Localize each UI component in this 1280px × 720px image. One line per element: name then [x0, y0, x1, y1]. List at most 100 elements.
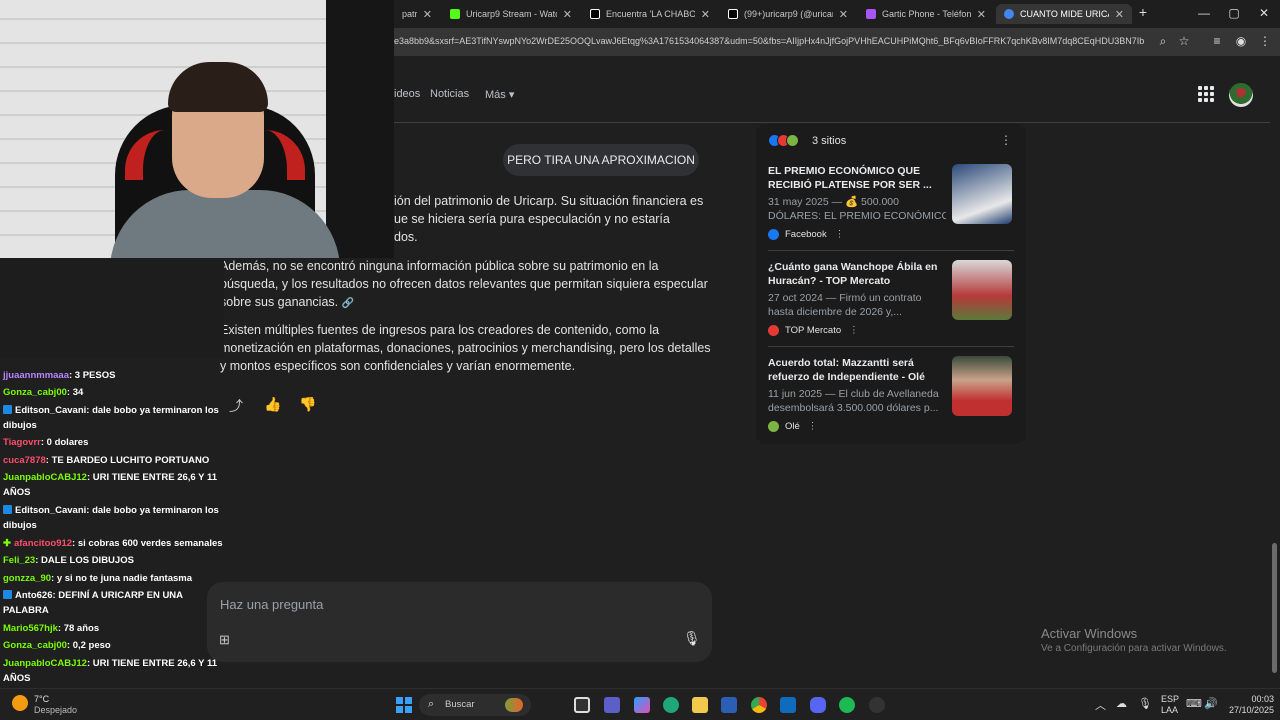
dark-background [326, 0, 394, 258]
start-logo-tile [405, 706, 412, 713]
source-title-line: Acuerdo total: Mazzantti será [768, 357, 914, 369]
close-tab-icon[interactable]: ✕ [563, 8, 572, 21]
sources-count: 3 sitios [812, 135, 847, 147]
close-tab-icon[interactable]: ✕ [423, 8, 432, 21]
weather-icon[interactable] [12, 695, 28, 711]
start-button[interactable] [396, 697, 412, 713]
clock-time[interactable]: 00:03 [1234, 694, 1274, 704]
teams-icon[interactable] [604, 697, 620, 713]
media-controls-icon[interactable]: ≡ [1208, 34, 1226, 48]
new-tab-button[interactable]: + [1128, 4, 1158, 20]
source-card-2[interactable]: ¿Cuánto gana Wanchope Ábila en Huracán? -… [768, 260, 1014, 336]
source-menu-icon[interactable]: ⋮ [835, 229, 845, 240]
user-question-bubble: PERO TIRA UNA APROXIMACION [503, 144, 699, 176]
nav-more[interactable]: Más ▾ [485, 88, 514, 101]
chrome-icon[interactable] [751, 697, 767, 713]
store-icon[interactable] [721, 697, 737, 713]
copilot-icon[interactable] [634, 697, 650, 713]
scrollbar[interactable] [1270, 56, 1280, 688]
weather-desc[interactable]: Despejado [34, 705, 77, 715]
volume-icon[interactable]: 🔊 [1204, 697, 1218, 710]
ask-input[interactable]: Haz una pregunta [220, 597, 323, 612]
file-explorer-icon[interactable] [692, 697, 708, 713]
discord-icon[interactable] [810, 697, 826, 713]
profile-icon[interactable]: ◉ [1232, 34, 1250, 48]
task-view-icon[interactable] [574, 697, 590, 713]
share-icon[interactable]: ⤴ [229, 396, 243, 416]
thumbs-up-icon[interactable]: 👍 [264, 396, 281, 413]
source-card-1[interactable]: EL PREMIO ECONÓMICO QUE RECIBIÓ PLATENSE … [768, 164, 1014, 240]
tab-title: CUANTO MIDE URICARP [1020, 9, 1109, 19]
answer-line: y montos específicos son confidenciales … [220, 359, 576, 373]
url-field[interactable]: e3a8bb9&sxsrf=AE3TifNYswpNYo2WrDE25OOQLv… [394, 36, 1144, 46]
source-thumbnail [952, 164, 1012, 224]
close-tab-icon[interactable]: ✕ [701, 8, 710, 21]
google-apps-icon[interactable] [1198, 86, 1214, 102]
chat-message: Editson_Cavani: dale bobo ya terminaron … [3, 403, 225, 433]
ole-icon [786, 134, 799, 147]
weather-temp[interactable]: 7°C [34, 694, 49, 704]
tab-4[interactable]: (99+)uricarp9 (@uricarp9 ✕ [720, 4, 856, 24]
app-icon[interactable] [869, 697, 885, 713]
sources-menu-icon[interactable]: ⋮ [1000, 133, 1012, 147]
chat-message: Editson_Cavani: dale bobo ya terminaron … [3, 503, 225, 533]
chat-user: Anto626 [15, 590, 53, 601]
ask-box[interactable]: Haz una pregunta ⊞ 🎙 [207, 582, 712, 662]
sub-badge-icon: ✚ [3, 538, 11, 549]
clock-date[interactable]: 27/10/2025 [1224, 705, 1274, 715]
chat-message: JuanpabloCABJ12: URI TIENE ENTRE 26,6 Y … [3, 470, 225, 500]
source-desc: 31 may 2025 — 💰 500.000 DÓLARES: EL PREMI… [768, 195, 946, 223]
nav-news[interactable]: Noticias [430, 88, 469, 100]
close-window-button[interactable]: ✕ [1249, 6, 1279, 20]
source-title: ¿Cuánto gana Wanchope Ábila en Huracán? -… [768, 260, 944, 288]
tab-2[interactable]: Uricarp9 Stream - Watch ✕ [442, 4, 580, 24]
minimize-button[interactable]: — [1189, 6, 1219, 20]
network-icon[interactable]: ⌨ [1186, 697, 1202, 710]
tab-title: Encuentra 'LA CHABONA [606, 9, 695, 19]
source-desc-line: DÓLARES: EL PREMIO ECONÓMICO... [768, 210, 946, 222]
taskbar-search[interactable]: ⌕ Buscar [419, 694, 531, 716]
language-code[interactable]: ESP [1161, 694, 1179, 704]
search-highlight-icon [505, 698, 523, 712]
tab-3[interactable]: Encuentra 'LA CHABONA ✕ [582, 4, 718, 24]
source-card-3[interactable]: Acuerdo total: Mazzantti será refuerzo de… [768, 356, 1014, 432]
chat-text: : 0 dolares [40, 437, 89, 448]
chat-text: : 78 años [57, 623, 100, 634]
tab-1[interactable]: patrilio ✕ [394, 4, 440, 24]
chat-user: JuanpabloCABJ12 [3, 472, 87, 483]
tray-mic-icon[interactable]: 🎙 [1138, 697, 1152, 710]
chat-text: : 0,2 peso [66, 640, 111, 651]
tab-6-active[interactable]: CUANTO MIDE URICARP ✕ [996, 4, 1132, 24]
edge-icon[interactable] [663, 697, 679, 713]
nav-videos[interactable]: ideos [394, 88, 420, 100]
chat-user: gonzza_90 [3, 573, 52, 584]
chat-user: Feli_23 [3, 555, 36, 566]
tab-5[interactable]: Gartic Phone - Teléfono ✕ [858, 4, 994, 24]
avatar[interactable] [1229, 83, 1253, 107]
search-icon: ⌕ [428, 698, 435, 710]
source-site: Olé ⋮ [768, 421, 1014, 432]
tray-chevron-icon[interactable]: ︿ [1095, 697, 1106, 713]
thumbs-down-icon[interactable]: 👎 [299, 396, 316, 413]
spotify-icon[interactable] [839, 697, 855, 713]
language-layout[interactable]: LAA [1161, 705, 1178, 715]
google-icon [1004, 9, 1014, 19]
tray-app-icon[interactable]: ☁ [1116, 697, 1127, 710]
scrollbar-thumb[interactable] [1272, 543, 1277, 673]
verified-badge-icon [3, 505, 12, 514]
outlook-icon[interactable] [780, 697, 796, 713]
close-tab-icon[interactable]: ✕ [839, 8, 848, 21]
close-tab-icon[interactable]: ✕ [1115, 8, 1124, 21]
bookmark-star-icon[interactable]: ☆ [1175, 34, 1193, 48]
maximize-button[interactable]: ▢ [1219, 6, 1249, 20]
chat-message: Tiagovrr: 0 dolares [3, 435, 225, 450]
source-menu-icon[interactable]: ⋮ [808, 421, 818, 432]
microphone-icon[interactable]: 🎙 [683, 630, 701, 647]
chat-message: gonzza_90: y si no te juna nadie fantasm… [3, 571, 225, 586]
source-menu-icon[interactable]: ⋮ [849, 325, 859, 336]
menu-kebab-icon[interactable]: ⋮ [1256, 34, 1274, 48]
zoom-icon[interactable]: ⌕ [1154, 34, 1172, 49]
link-icon[interactable]: 🔗 [342, 298, 354, 309]
close-tab-icon[interactable]: ✕ [977, 8, 986, 21]
start-logo-tile [405, 697, 412, 704]
